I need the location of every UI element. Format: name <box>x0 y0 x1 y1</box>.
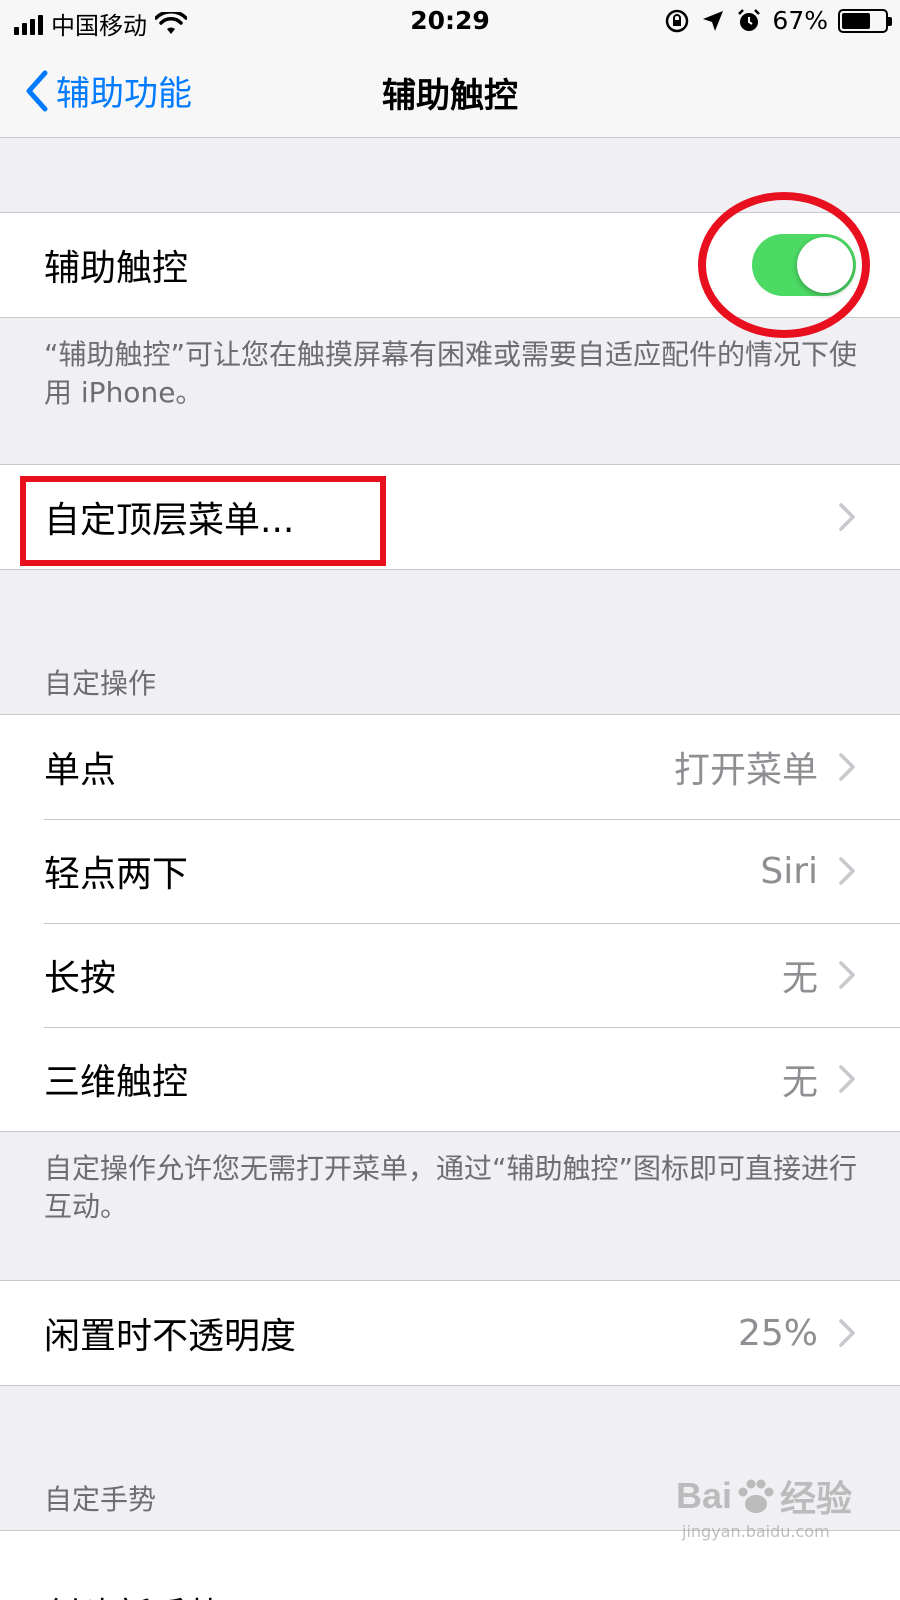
custom-actions-header: 自定操作 <box>44 667 157 700</box>
custom-action-row-single-tap[interactable]: 单点 打开菜单 <box>0 715 900 819</box>
page-title: 辅助触控 <box>382 76 518 116</box>
chevron-right-icon <box>839 857 855 885</box>
chevron-right-icon <box>839 503 855 531</box>
status-right: 67% <box>664 6 892 35</box>
battery-icon <box>838 8 892 33</box>
highlight-rectangle <box>20 476 386 566</box>
custom-action-value: 无 <box>781 1062 818 1103</box>
paw-icon <box>738 1479 774 1513</box>
battery-percent: 67% <box>772 6 828 35</box>
idle-opacity-group: 闲置时不透明度 25% <box>0 1280 900 1386</box>
custom-action-label: 轻点两下 <box>44 854 189 895</box>
custom-gestures-header: 自定手势 <box>44 1483 157 1516</box>
chevron-right-icon <box>839 753 855 781</box>
custom-action-label: 长按 <box>44 958 117 999</box>
alarm-clock-icon <box>738 8 761 31</box>
chevron-right-icon <box>839 1319 855 1347</box>
custom-actions-group: 单点 打开菜单 轻点两下 Siri 长按 无 三维触控 无 <box>0 714 900 1132</box>
idle-opacity-row[interactable]: 闲置时不透明度 25% <box>0 1281 900 1385</box>
location-arrow-icon <box>703 10 724 31</box>
status-bar: 中国移动 20:29 67% <box>0 0 900 44</box>
custom-action-row-double-tap[interactable]: 轻点两下 Siri <box>0 819 900 923</box>
custom-action-value: Siri <box>760 850 818 892</box>
create-gesture-row[interactable]: 创建新手势 <box>0 1531 900 1600</box>
custom-actions-footer: 自定操作允许您无需打开菜单，通过“辅助触控”图标即可直接进行互动。 <box>44 1152 858 1223</box>
custom-action-value: 打开菜单 <box>673 750 818 791</box>
custom-action-label: 三维触控 <box>44 1062 189 1103</box>
baidu-logo: Bai 经验 <box>676 1475 853 1519</box>
chevron-right-icon <box>839 961 855 989</box>
assistive-touch-label: 辅助触控 <box>44 248 189 289</box>
navigation-bar: 辅助功能 辅助触控 <box>0 44 900 138</box>
highlight-ellipse <box>698 192 870 338</box>
custom-action-row-3d-touch[interactable]: 三维触控 无 <box>0 1027 900 1131</box>
create-gesture-label: 创建新手势 <box>44 1587 856 1600</box>
custom-action-value: 无 <box>781 958 818 999</box>
assistive-touch-footer: “辅助触控”可让您在触摸屏幕有困难或需要自适应配件的情况下使用 iPhone。 <box>44 338 858 409</box>
idle-opacity-value: 25% <box>737 1312 818 1354</box>
idle-opacity-label: 闲置时不透明度 <box>44 1316 297 1357</box>
custom-action-label: 单点 <box>44 750 117 791</box>
rotation-lock-icon <box>666 9 689 32</box>
chevron-right-icon <box>839 1065 855 1093</box>
watermark-url: jingyan.baidu.com <box>682 1522 830 1541</box>
custom-action-row-long-press[interactable]: 长按 无 <box>0 923 900 1027</box>
baidu-watermark: Bai 经验 jingyan.baidu.com <box>676 1470 876 1541</box>
